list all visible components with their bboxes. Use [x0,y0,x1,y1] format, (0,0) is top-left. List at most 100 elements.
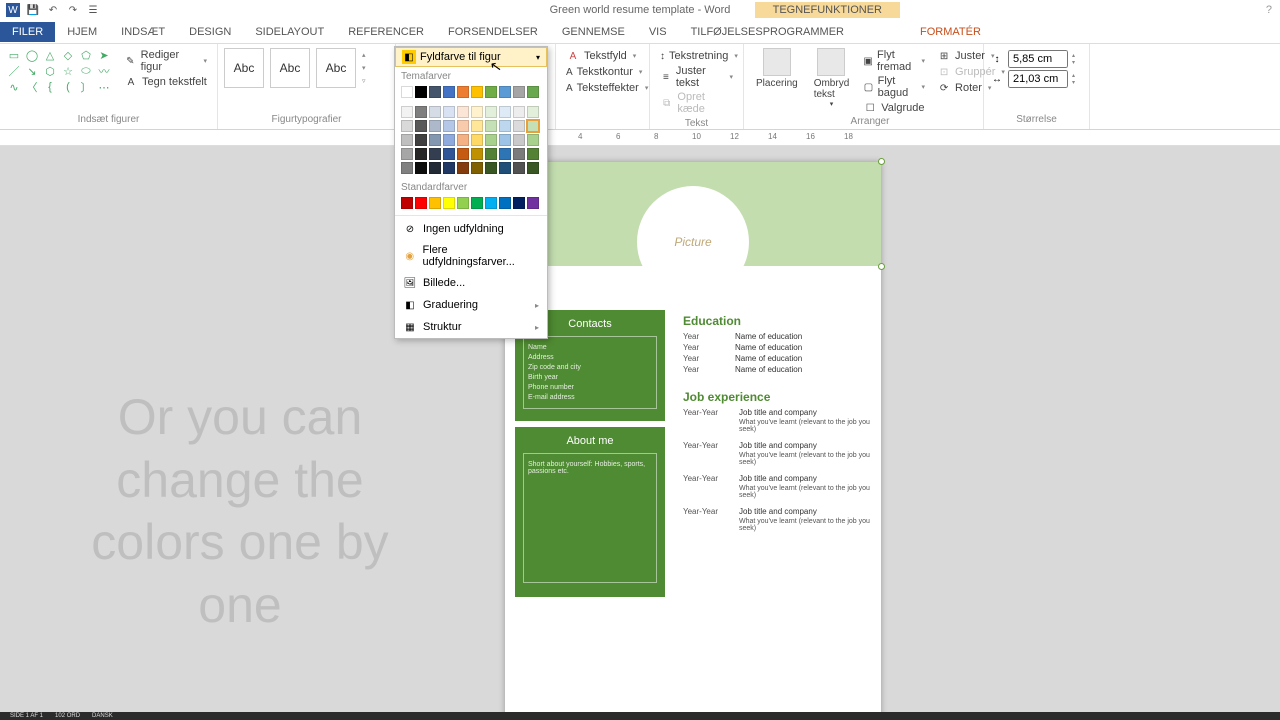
tab-layout[interactable]: SIDELAYOUT [243,22,336,42]
color-swatch[interactable] [415,162,427,174]
color-swatch[interactable] [527,120,539,132]
color-swatch[interactable] [471,106,483,118]
color-swatch[interactable] [485,120,497,132]
color-swatch[interactable] [401,86,413,98]
bring-forward-button[interactable]: ▣Flyt fremad [859,48,929,74]
color-swatch[interactable] [471,162,483,174]
color-swatch[interactable] [471,197,483,209]
color-swatch[interactable] [443,120,455,132]
color-swatch[interactable] [429,134,441,146]
redo-icon[interactable]: ↷ [66,3,80,17]
shape-style-gallery[interactable]: Abc Abc Abc ▴▾▿ [224,48,389,88]
undo-icon[interactable]: ↶ [46,3,60,17]
text-direction-button[interactable]: ↕Tekstretning [656,48,737,64]
color-swatch[interactable] [513,120,525,132]
color-swatch[interactable] [499,120,511,132]
color-swatch[interactable] [415,86,427,98]
send-backward-button[interactable]: ▢Flyt bagud [859,74,929,100]
edit-shape-button[interactable]: ✎Rediger figur [120,48,211,74]
color-swatch[interactable] [513,86,525,98]
tab-format[interactable]: FORMATÉR [908,22,993,42]
tab-home[interactable]: HJEM [55,22,109,42]
picture-fill-item[interactable]: 🖼Billede... [395,272,547,294]
align-text-button[interactable]: ≡Juster tekst [656,64,737,90]
gradient-item[interactable]: ◧Graduering▸ [395,294,547,316]
text-outline-button[interactable]: ATekstkontur [562,64,643,80]
width-input[interactable] [1008,70,1068,88]
color-swatch[interactable] [429,148,441,160]
color-swatch[interactable] [471,134,483,146]
color-swatch[interactable] [429,162,441,174]
color-swatch[interactable] [485,134,497,146]
color-swatch[interactable] [499,197,511,209]
shapes-gallery[interactable]: ▭◯△◇⬠➤ ／↘⬡☆⬭〰 ∿〈{(〕⋯ [6,48,112,94]
color-swatch[interactable] [527,86,539,98]
color-swatch[interactable] [401,162,413,174]
style-preset[interactable]: Abc [270,48,310,88]
color-swatch[interactable] [513,134,525,146]
color-swatch[interactable] [429,120,441,132]
color-swatch[interactable] [415,148,427,160]
color-swatch[interactable] [485,197,497,209]
texture-item[interactable]: ▦Struktur▸ [395,316,547,338]
color-swatch[interactable] [485,86,497,98]
color-swatch[interactable] [471,120,483,132]
color-swatch[interactable] [401,148,413,160]
color-swatch[interactable] [485,106,497,118]
more-colors-item[interactable]: ◉Flere udfyldningsfarver... [395,240,547,272]
color-swatch[interactable] [499,106,511,118]
color-swatch[interactable] [443,86,455,98]
color-swatch[interactable] [471,86,483,98]
color-swatch[interactable] [499,162,511,174]
color-swatch[interactable] [513,106,525,118]
shape-fill-trigger[interactable]: ◧Fyldfarve til figur▾ [395,47,547,67]
color-swatch[interactable] [457,197,469,209]
color-swatch[interactable] [471,148,483,160]
height-input[interactable] [1008,50,1068,68]
color-swatch[interactable] [401,106,413,118]
color-swatch[interactable] [415,134,427,146]
color-swatch[interactable] [457,106,469,118]
color-swatch[interactable] [401,120,413,132]
tab-mailings[interactable]: FORSENDELSER [436,22,550,42]
color-swatch[interactable] [457,162,469,174]
tab-file[interactable]: FILER [0,22,55,42]
resume-header-shape[interactable]: Picture [505,162,881,266]
touch-icon[interactable]: ☰ [86,3,100,17]
color-swatch[interactable] [443,106,455,118]
wrap-text-button[interactable]: Ombryd tekst▾ [808,48,856,108]
color-swatch[interactable] [485,148,497,160]
tab-addins[interactable]: TILFØJELSESPROGRAMMER [679,22,856,42]
color-swatch[interactable] [401,134,413,146]
save-icon[interactable]: 💾 [26,3,40,17]
picture-placeholder[interactable]: Picture [637,186,749,298]
color-swatch[interactable] [513,162,525,174]
color-swatch[interactable] [457,134,469,146]
status-words[interactable]: 102 ORD [55,713,80,719]
color-swatch[interactable] [527,197,539,209]
color-swatch[interactable] [499,148,511,160]
color-swatch[interactable] [443,197,455,209]
color-swatch[interactable] [527,106,539,118]
color-swatch[interactable] [485,162,497,174]
resize-handle[interactable] [878,263,885,270]
color-swatch[interactable] [527,134,539,146]
color-swatch[interactable] [513,197,525,209]
text-fill-button[interactable]: ATekstfyld [562,48,643,64]
style-preset[interactable]: Abc [316,48,356,88]
color-swatch[interactable] [457,148,469,160]
color-swatch[interactable] [415,106,427,118]
color-swatch[interactable] [457,120,469,132]
color-swatch[interactable] [499,134,511,146]
color-swatch[interactable] [443,148,455,160]
color-swatch[interactable] [457,86,469,98]
style-preset[interactable]: Abc [224,48,264,88]
text-effects-button[interactable]: ATeksteffekter [562,80,643,96]
color-swatch[interactable] [443,162,455,174]
tab-design[interactable]: DESIGN [177,22,243,42]
color-swatch[interactable] [429,106,441,118]
color-swatch[interactable] [527,162,539,174]
status-page[interactable]: SIDE 1 AF 1 [10,713,43,719]
tab-view[interactable]: VIS [637,22,679,42]
no-fill-item[interactable]: ⊘Ingen udfyldning [395,218,547,240]
